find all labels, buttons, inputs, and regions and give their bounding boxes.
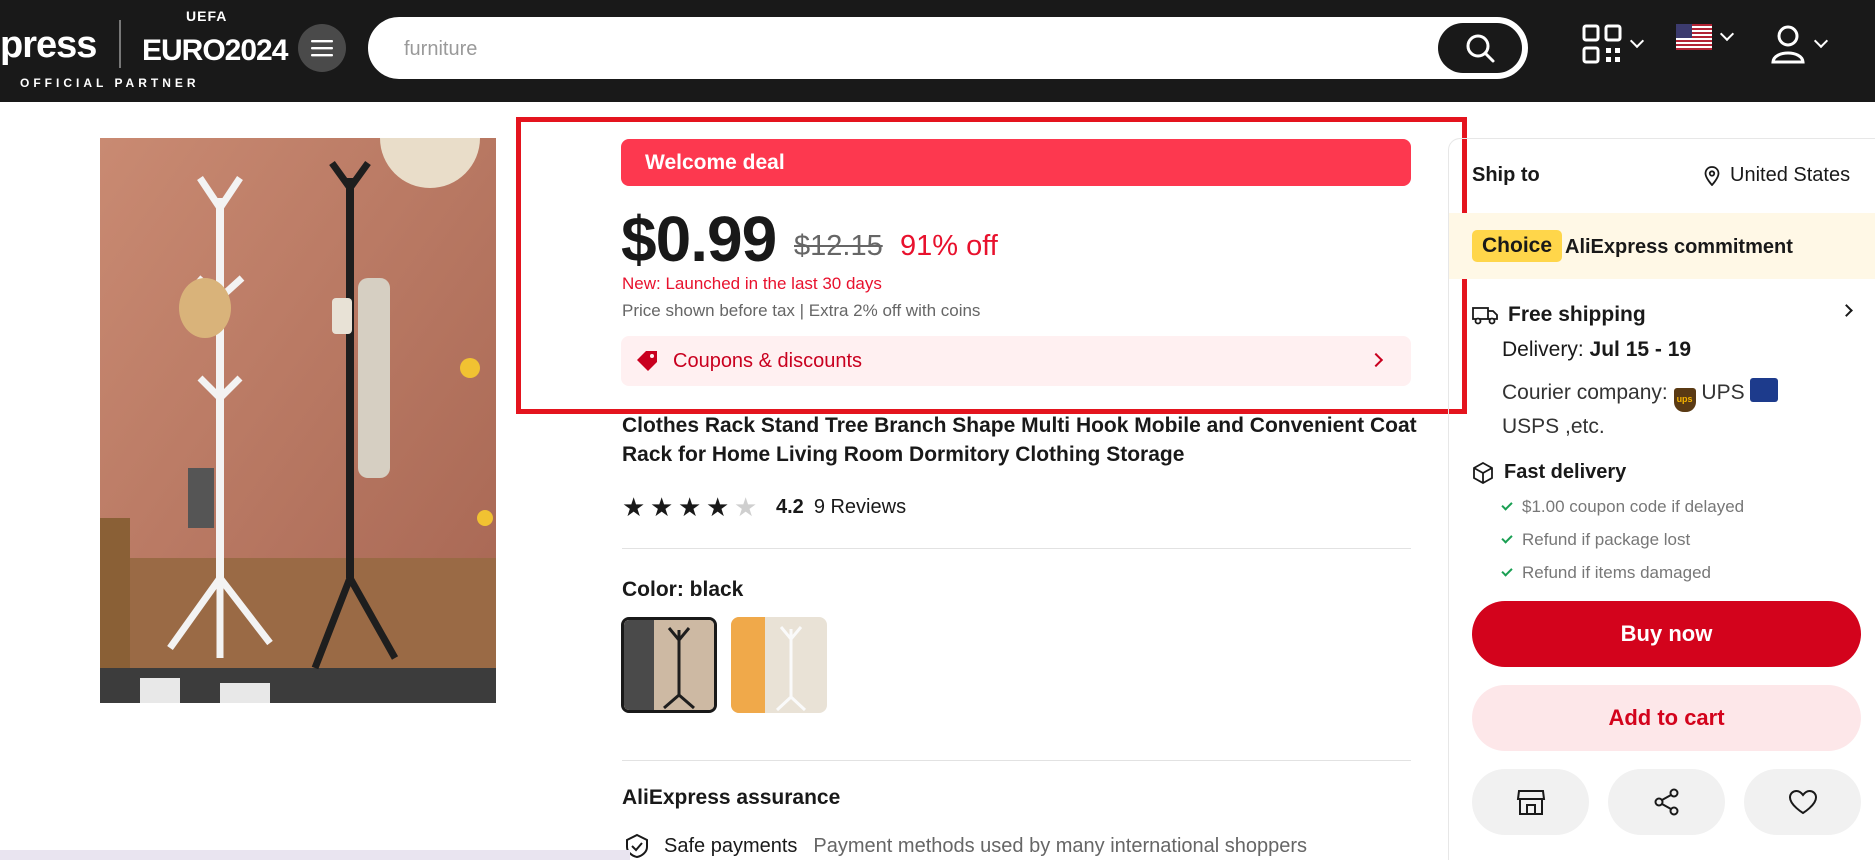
guarantee-text: Refund if items damaged [1522,563,1711,582]
chevron-right-icon [1368,352,1384,368]
free-shipping-label: Free shipping [1508,303,1646,326]
chevron-down-icon [1813,33,1829,49]
color-swatch-black[interactable] [621,617,717,713]
check-icon [1501,565,1513,577]
courier-ups: UPS [1701,381,1745,404]
official-partner-text: OFFICIAL PARTNER [20,76,200,90]
store-button[interactable] [1472,769,1589,835]
ups-logo-icon: ups [1673,388,1696,412]
fast-delivery-row: Fast delivery [1472,461,1626,484]
courier-rest: USPS ,etc. [1502,415,1605,438]
white-rack-thumbnail [731,617,827,713]
guarantee-item: $1.00 coupon code if delayed [1501,497,1745,517]
guarantee-item: Refund if package lost [1501,530,1691,550]
check-icon [1501,499,1513,511]
guarantee-item: Refund if items damaged [1501,563,1711,583]
new-launch-tag: New: Launched in the last 30 days [622,274,882,293]
star-icon: ★ [678,492,702,522]
color-label: Color: black [622,578,744,601]
color-swatch-white[interactable] [731,617,827,713]
reviews-link[interactable]: 9 Reviews [814,496,906,519]
euro2024-text: EURO2024 [142,34,288,67]
free-shipping-row[interactable]: Free shipping [1472,303,1646,327]
qr-code-icon [1582,24,1622,64]
product-title: Clothes Rack Stand Tree Branch Shape Mul… [622,414,1417,466]
app-download-menu[interactable] [1582,24,1645,64]
courier-info: Courier company: ups UPS USPS ,etc. [1502,378,1852,442]
safe-payments-desc: Payment methods used by many internation… [813,834,1308,857]
discount-percent: 91% off [900,230,998,262]
buy-now-button[interactable]: Buy now [1472,601,1861,667]
share-icon [1654,788,1678,816]
product-main-image[interactable] [100,138,496,703]
divider [622,760,1411,761]
wishlist-button[interactable] [1744,769,1861,835]
user-icon [1771,25,1805,64]
coupons-discounts-row[interactable]: Coupons & discounts [621,336,1411,386]
search-button[interactable] [1438,23,1522,73]
safe-payments-label: Safe payments [664,834,798,857]
add-to-cart-button[interactable]: Add to cart [1472,685,1861,751]
heart-icon [1788,789,1817,815]
package-icon [1473,461,1493,484]
store-icon [1516,790,1545,815]
ship-country-selector[interactable]: United States [1704,164,1850,187]
top-header: press UEFA EURO2024 OFFICIAL PARTNER [0,0,1875,102]
tax-note: Price shown before tax | Extra 2% off wi… [622,301,981,320]
coupons-label: Coupons & discounts [673,349,863,372]
choice-badge: Choice [1472,230,1563,262]
star-icon: ★ [706,492,730,522]
rating-value: 4.2 [776,496,804,518]
menu-button[interactable] [298,24,346,72]
divider [622,548,1411,549]
hamburger-icon [311,40,333,57]
search-input[interactable] [404,35,1404,63]
current-price: $0.99 [621,203,777,275]
delivery-info: Delivery: Jul 15 - 19 [1502,338,1691,362]
us-flag-icon [1676,24,1712,50]
welcome-deal-banner: Welcome deal [621,139,1411,186]
account-menu[interactable] [1770,24,1829,64]
courier-label: Courier company: [1502,381,1668,404]
star-empty-icon: ★ [734,492,758,522]
coat-rack-photo [100,138,496,703]
fast-delivery-label: Fast delivery [1504,461,1627,483]
delivery-label: Delivery: [1502,338,1584,361]
region-selector[interactable] [1676,24,1735,50]
guarantee-text: $1.00 coupon code if delayed [1522,497,1745,516]
location-pin-icon [1704,165,1720,186]
star-icon: ★ [622,492,646,522]
ship-to-label: Ship to [1472,164,1540,186]
guarantee-text: Refund if package lost [1522,530,1691,549]
black-rack-thumbnail [624,620,714,710]
chevron-down-icon [1719,26,1735,42]
rating-row[interactable]: ★ ★ ★ ★ ★ 4.2 9 Reviews [622,492,906,523]
price-tag-icon [637,351,657,371]
check-icon [1501,532,1513,544]
bottom-strip [0,850,630,860]
safe-payments-row: Safe payments Payment methods used by ma… [624,833,1307,859]
aliexpress-logo[interactable]: press [0,24,97,67]
assurance-title: AliExpress assurance [622,786,841,809]
ship-country-name: United States [1730,164,1851,186]
truck-icon [1472,307,1498,325]
usps-logo-icon [1750,378,1779,402]
search-icon [1466,34,1495,63]
logo-divider [119,20,121,68]
original-price: $12.15 [794,230,883,262]
search-bar [368,17,1528,79]
uefa-text: UEFA [186,8,228,24]
commitment-label: AliExpress commitment [1565,236,1793,258]
star-icon: ★ [650,492,674,522]
delivery-dates: Jul 15 - 19 [1589,338,1692,361]
chevron-down-icon [1629,33,1645,49]
share-button[interactable] [1608,769,1725,835]
